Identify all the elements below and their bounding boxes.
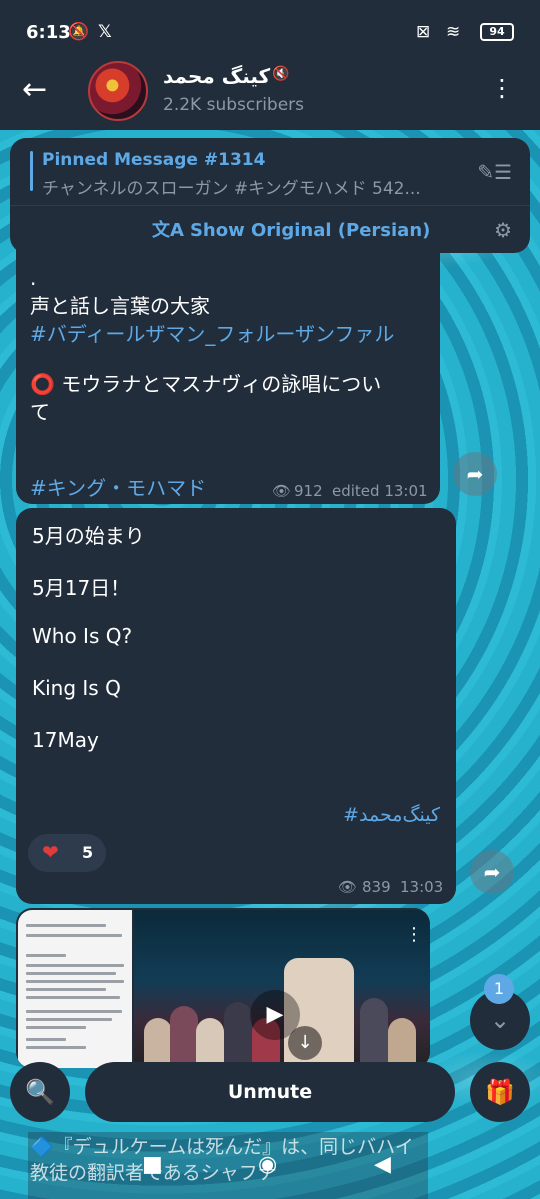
back-arrow-icon[interactable]: ←: [22, 75, 47, 105]
wifi-icon: ≋: [446, 22, 461, 42]
share-icon: ➦: [466, 462, 484, 486]
heart-icon: ❤: [42, 840, 59, 864]
message-time: 13:03: [400, 878, 444, 896]
view-count: 839: [362, 878, 391, 896]
download-icon[interactable]: ↓: [288, 1026, 322, 1060]
pinned-title: Pinned Message #1314: [42, 150, 266, 170]
message-text-line: 5月の始まり: [32, 524, 145, 548]
message-time: edited 13:01: [332, 482, 428, 500]
hashtag-link[interactable]: #کینگ‌محمد: [343, 804, 440, 826]
message-text-line: King Is Q: [32, 676, 121, 700]
forward-button[interactable]: ➦: [453, 452, 497, 496]
hashtag-link[interactable]: #キング・モハマド: [30, 472, 206, 501]
share-icon: ➦: [483, 860, 501, 884]
unread-badge: 1: [484, 974, 514, 1004]
x-app-icon: 𝕏: [98, 22, 112, 42]
show-original-label: Show Original (Persian): [189, 220, 431, 241]
message-text-line: .: [30, 266, 37, 290]
forward-button[interactable]: ➦: [470, 850, 514, 894]
translate-icon: 文A: [152, 220, 184, 241]
document-image[interactable]: [18, 910, 132, 1068]
message-text-line: Who Is Q?: [32, 624, 133, 648]
back-nav-icon[interactable]: ◀: [374, 1152, 391, 1177]
media-album-message[interactable]: [16, 908, 430, 1068]
message-bubble[interactable]: 5月の始まり 5月17日！ Who Is Q? King Is Q 17May …: [16, 508, 456, 904]
chevron-down-icon: ⌄: [489, 1006, 511, 1034]
eye-icon: 👁: [272, 482, 292, 500]
heart-reaction[interactable]: ❤ 5: [28, 834, 106, 872]
pinned-list-icon[interactable]: ✎☰: [477, 160, 512, 184]
app-header: 6:13 🔕 𝕏 ⊠ ≋ 94 ← کینگ محمد 🔇 2.2K subsc…: [0, 0, 540, 130]
channel-name[interactable]: کینگ محمد: [163, 64, 270, 88]
view-count: 912: [294, 482, 323, 500]
status-bar: 6:13 🔕 𝕏 ⊠ ≋ 94: [0, 0, 540, 64]
pinned-indicator-bar: [30, 151, 33, 191]
message-text-line: ⭕ モウラナとマスナヴィの詠唱につい: [30, 372, 382, 396]
battery-indicator: 94: [480, 23, 514, 41]
message-text-line: て: [30, 400, 50, 424]
translate-settings-icon[interactable]: ⚙: [494, 218, 512, 242]
more-vertical-icon[interactable]: ⋮: [490, 76, 514, 100]
reaction-count: 5: [82, 843, 94, 862]
subscriber-count: 2.2K subscribers: [163, 95, 305, 115]
media-menu-icon[interactable]: ⋮: [405, 924, 423, 945]
message-bubble[interactable]: . 声と話し言葉の大家 #バディールザマン_フォルーザンファル ⭕ モウラナとマ…: [16, 248, 440, 504]
video-thumbnail[interactable]: [134, 910, 430, 1068]
gift-icon: 🎁: [485, 1078, 515, 1106]
notifications-off-icon: 🔕: [68, 22, 90, 42]
search-button[interactable]: 🔍: [10, 1062, 70, 1122]
pinned-message-panel[interactable]: Pinned Message #1314 チャンネルのスローガン #キングモハメ…: [10, 138, 530, 253]
hashtag-link[interactable]: #バディールザマン_フォルーザンファル: [30, 318, 394, 347]
gift-button[interactable]: 🎁: [470, 1062, 530, 1122]
channel-avatar[interactable]: [88, 61, 148, 121]
muted-icon: 🔇: [272, 66, 290, 82]
recent-apps-icon[interactable]: ■: [142, 1152, 163, 1177]
next-message-preview: 🔷『デュルケームは死んだ』は、同じバハイ教徒の翻訳者であるシャフナ: [30, 1136, 414, 1184]
sim-off-icon: ⊠: [416, 22, 431, 42]
search-icon: 🔍: [25, 1078, 55, 1106]
unmute-button[interactable]: Unmute: [85, 1062, 455, 1122]
pinned-preview: チャンネルのスローガン #キングモハメド 542...: [42, 179, 421, 199]
divider: [10, 205, 530, 206]
message-text-line: 17May: [32, 728, 99, 752]
status-time: 6:13: [26, 22, 71, 43]
eye-icon: 👁: [338, 878, 358, 896]
message-text-line: 声と話し言葉の大家: [30, 294, 210, 318]
show-original-button[interactable]: 文A Show Original (Persian): [152, 216, 430, 242]
home-icon[interactable]: ◉: [258, 1152, 277, 1177]
message-text-line: 5月17日！: [32, 576, 131, 600]
